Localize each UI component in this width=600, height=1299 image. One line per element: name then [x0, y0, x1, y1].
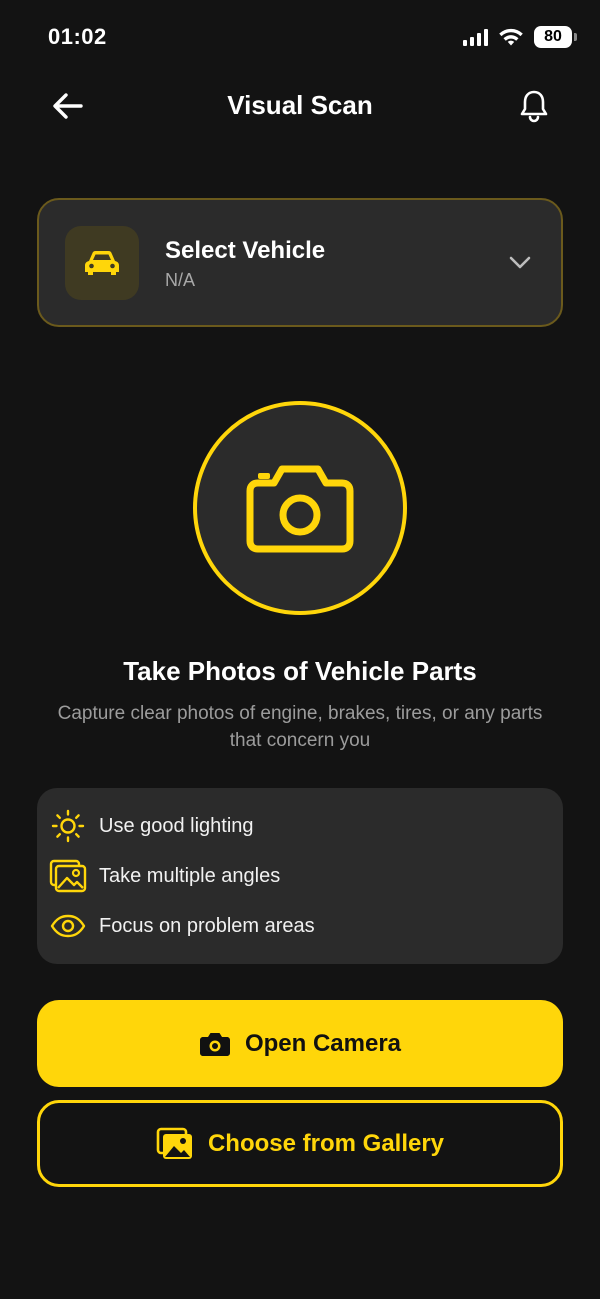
wifi-icon — [499, 28, 523, 46]
page-title: Visual Scan — [227, 90, 373, 120]
images-icon — [49, 858, 87, 894]
open-camera-label: Open Camera — [244, 1029, 402, 1057]
eye-icon — [49, 908, 87, 944]
notifications-button[interactable] — [514, 84, 554, 128]
hero-heading: Take Photos of Vehicle Parts — [123, 656, 477, 686]
visual-scan-screen: 01:02 80 Visual Scan Select Vehicle N/A … — [0, 0, 600, 1299]
car-icon — [85, 251, 119, 275]
camera-hero — [193, 401, 407, 615]
tips-card: Use good lighting Take multiple angles F… — [37, 788, 563, 964]
hero-subtext: Capture clear photos of engine, brakes, … — [57, 703, 543, 751]
chevron-down-icon — [507, 250, 533, 276]
status-bar: 01:02 80 — [0, 0, 600, 76]
sun-icon — [49, 808, 87, 844]
vehicle-icon-box — [65, 226, 139, 300]
status-indicators: 80 — [463, 26, 577, 48]
images-icon — [156, 1127, 194, 1161]
tip-focus: Focus on problem areas — [49, 908, 315, 944]
battery-icon: 80 — [534, 26, 577, 48]
vehicle-selector[interactable]: Select Vehicle N/A — [37, 198, 563, 327]
vehicle-selector-value: N/A — [165, 270, 196, 290]
camera-icon — [246, 465, 354, 553]
choose-gallery-label: Choose from Gallery — [207, 1129, 445, 1157]
camera-icon — [199, 1031, 231, 1057]
tip-angles: Take multiple angles — [49, 858, 280, 894]
tip-label: Use good lighting — [99, 814, 254, 837]
cellular-signal-icon — [463, 28, 488, 46]
nav-bar: Visual Scan — [0, 76, 600, 136]
open-camera-button[interactable]: Open Camera — [37, 1000, 563, 1087]
vehicle-selector-label: Select Vehicle — [165, 237, 326, 264]
status-time: 01:02 — [48, 24, 107, 49]
tip-label: Focus on problem areas — [99, 914, 315, 937]
tip-label: Take multiple angles — [99, 864, 281, 887]
tip-lighting: Use good lighting — [49, 808, 254, 844]
bell-icon — [520, 90, 548, 123]
battery-level: 80 — [544, 28, 562, 45]
choose-gallery-button[interactable]: Choose from Gallery — [37, 1100, 563, 1187]
